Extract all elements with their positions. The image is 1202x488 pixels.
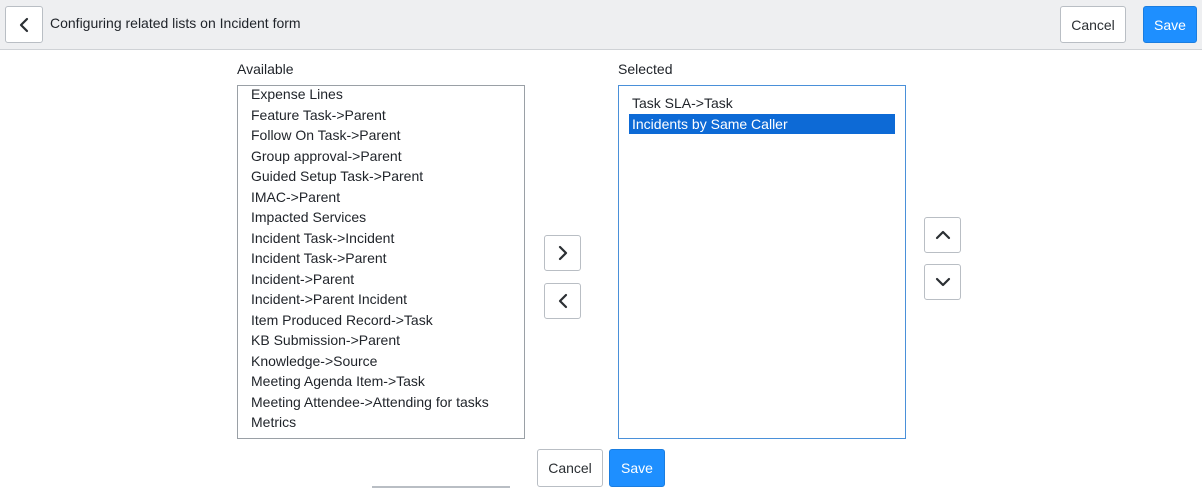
available-option[interactable]: Incident Task->Incident — [238, 228, 524, 249]
chevron-left-icon — [557, 293, 569, 309]
chevron-down-icon — [935, 276, 951, 288]
remove-from-selected-button[interactable] — [544, 283, 581, 319]
available-option[interactable]: Group approval->Parent — [238, 146, 524, 167]
available-option[interactable]: IMAC->Parent — [238, 187, 524, 208]
available-option[interactable]: Guided Setup Task->Parent — [238, 166, 524, 187]
selected-option[interactable]: Incidents by Same Caller — [629, 113, 895, 134]
selected-list: Task SLA->Task Incidents by Same Caller — [619, 93, 905, 134]
page-title: Configuring related lists on Incident fo… — [50, 15, 301, 31]
available-list: Expense Lines Feature Task->Parent Follow … — [238, 86, 524, 439]
available-option[interactable]: Impacted Services — [238, 207, 524, 228]
footer-save-button[interactable]: Save — [609, 449, 665, 487]
back-button[interactable] — [5, 6, 43, 43]
footer-cancel-button[interactable]: Cancel — [537, 449, 603, 487]
form-header: Configuring related lists on Incident fo… — [0, 0, 1202, 50]
available-option[interactable]: Meeting Agenda Item->Task — [238, 371, 524, 392]
available-listbox[interactable]: Expense Lines Feature Task->Parent Follow … — [237, 85, 525, 439]
selected-listbox[interactable]: Task SLA->Task Incidents by Same Caller — [618, 85, 906, 439]
header-save-button[interactable]: Save — [1143, 6, 1197, 43]
available-option[interactable]: Expense Lines — [238, 86, 524, 105]
move-up-button[interactable] — [924, 217, 961, 253]
header-cancel-button[interactable]: Cancel — [1060, 6, 1126, 43]
selected-label: Selected — [618, 61, 673, 77]
selected-option[interactable]: Task SLA->Task — [629, 93, 895, 114]
available-option[interactable]: KB Submission->Parent — [238, 330, 524, 351]
available-option[interactable]: Incident->Parent Incident — [238, 289, 524, 310]
available-option[interactable]: Orphan CI Remediation->Parent — [238, 433, 524, 439]
available-option[interactable]: Incident Task->Parent — [238, 248, 524, 269]
chevron-left-icon — [18, 17, 30, 33]
available-option[interactable]: Incident->Parent — [238, 269, 524, 290]
chevron-up-icon — [935, 229, 951, 241]
available-option[interactable]: Follow On Task->Parent — [238, 125, 524, 146]
available-option[interactable]: Item Produced Record->Task — [238, 310, 524, 331]
available-option[interactable]: Knowledge->Source — [238, 351, 524, 372]
available-option[interactable]: Metrics — [238, 412, 524, 433]
available-option[interactable]: Feature Task->Parent — [238, 105, 524, 126]
available-option[interactable]: Meeting Attendee->Attending for tasks — [238, 392, 524, 413]
available-label: Available — [237, 61, 294, 77]
move-down-button[interactable] — [924, 264, 961, 300]
chevron-right-icon — [557, 245, 569, 261]
add-to-selected-button[interactable] — [544, 235, 581, 271]
